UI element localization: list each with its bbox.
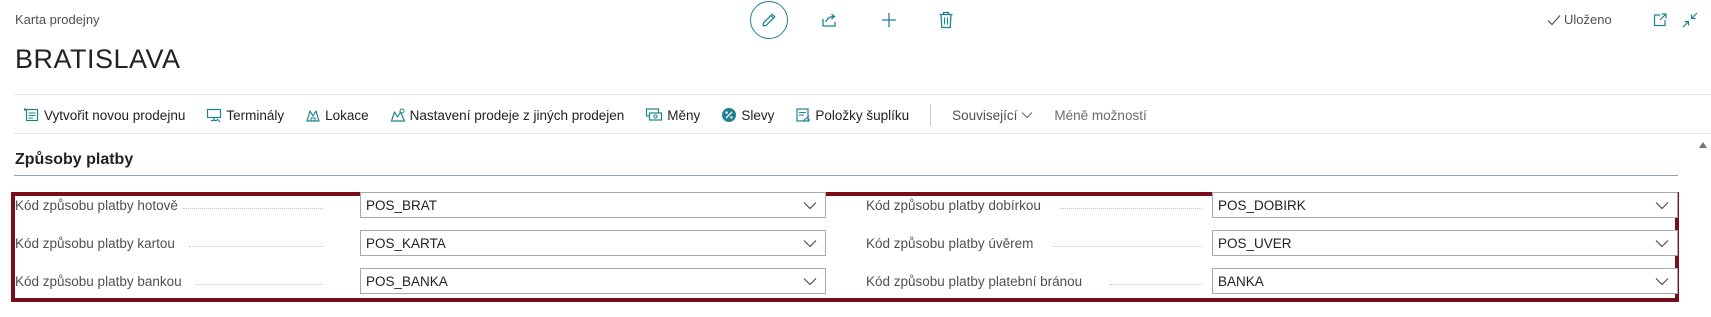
page-title: BRATISLAVA bbox=[15, 44, 181, 74]
field-label-cash: Kód způsobu platby hotově bbox=[15, 197, 178, 213]
field-leader-dots bbox=[1110, 259, 1202, 285]
select-value: POS_UVER bbox=[1218, 235, 1292, 251]
store-card-page: Karta prodejny BRATISLAVA Uloženo Vytvoř… bbox=[0, 0, 1711, 317]
select-cash-payment[interactable]: POS_BRAT bbox=[360, 192, 826, 218]
open-new-window-icon bbox=[1653, 13, 1667, 27]
chevron-down-icon bbox=[803, 240, 817, 248]
field-leader-dots bbox=[196, 259, 323, 285]
select-bank-payment[interactable]: POS_BANKA bbox=[360, 268, 826, 294]
select-value: POS_DOBIRK bbox=[1218, 197, 1306, 213]
chevron-down-icon bbox=[803, 202, 817, 210]
related-menu[interactable]: Související bbox=[952, 108, 1033, 123]
fewer-options-label: Méně možností bbox=[1054, 107, 1147, 123]
edit-button[interactable] bbox=[750, 1, 788, 39]
section-title[interactable]: Způsoby platby bbox=[15, 151, 133, 169]
location-icon bbox=[306, 110, 320, 122]
stores-settings-label: Nastavení prodeje z jiných prodejen bbox=[409, 107, 625, 123]
stores-settings-button[interactable]: Nastavení prodeje z jiných prodejen bbox=[390, 107, 625, 123]
collapse-icon bbox=[1682, 12, 1698, 28]
new-store-label: Vytvořit novou prodejnu bbox=[44, 107, 186, 123]
chevron-down-icon bbox=[803, 278, 817, 286]
chevron-down-icon bbox=[1655, 202, 1669, 210]
select-cod-payment[interactable]: POS_DOBIRK bbox=[1212, 192, 1678, 218]
stores-settings-icon bbox=[390, 108, 405, 122]
share-icon bbox=[822, 13, 836, 27]
check-icon bbox=[1547, 14, 1561, 25]
select-value: POS_BANKA bbox=[366, 273, 448, 289]
currencies-button[interactable]: Měny bbox=[645, 107, 700, 123]
action-bar bbox=[750, 1, 957, 39]
terminals-label: Terminály bbox=[226, 107, 285, 123]
terminals-button[interactable]: Terminály bbox=[206, 107, 284, 123]
chevron-down-icon bbox=[1022, 112, 1033, 119]
select-card-payment[interactable]: POS_KARTA bbox=[360, 230, 826, 256]
delete-button[interactable] bbox=[935, 9, 957, 31]
window-controls bbox=[1651, 11, 1699, 29]
drawer-items-icon bbox=[796, 108, 810, 122]
toolbar-divider-top bbox=[14, 94, 1711, 95]
locations-label: Lokace bbox=[325, 107, 369, 123]
pencil-icon bbox=[762, 13, 776, 27]
open-new-window-button[interactable] bbox=[1651, 11, 1669, 29]
action-toolbar: Vytvořit novou prodejnu Terminály Lokace… bbox=[24, 102, 1168, 128]
related-label: Související bbox=[952, 107, 1018, 123]
select-value: BANKA bbox=[1218, 273, 1264, 289]
currency-icon bbox=[646, 108, 663, 121]
field-leader-dots bbox=[1060, 183, 1202, 209]
field-label-bank: Kód způsobu platby bankou bbox=[15, 273, 182, 289]
field-label-credit: Kód způsobu platby úvěrem bbox=[866, 235, 1034, 251]
chevron-down-icon bbox=[1655, 278, 1669, 286]
plus-icon bbox=[882, 13, 896, 27]
select-value: POS_BRAT bbox=[366, 197, 438, 213]
scroll-up-arrow-icon[interactable] bbox=[1698, 140, 1708, 150]
select-value: POS_KARTA bbox=[366, 235, 446, 251]
field-label-gateway: Kód způsobu platby platební bránou bbox=[866, 273, 1083, 289]
discounts-button[interactable]: Slevy bbox=[721, 107, 774, 123]
chevron-down-icon bbox=[1655, 240, 1669, 248]
new-store-button[interactable]: Vytvořit novou prodejnu bbox=[24, 107, 185, 123]
drawer-items-label: Položky šuplíku bbox=[815, 107, 910, 123]
field-leader-dots bbox=[1053, 221, 1202, 247]
breadcrumb: Karta prodejny bbox=[15, 12, 100, 27]
collapse-button[interactable] bbox=[1681, 11, 1699, 29]
field-label-card: Kód způsobu platby kartou bbox=[15, 235, 175, 251]
select-gateway-payment[interactable]: BANKA bbox=[1212, 268, 1678, 294]
terminal-icon bbox=[207, 108, 222, 123]
save-status-label: Uloženo bbox=[1564, 12, 1612, 27]
select-credit-payment[interactable]: POS_UVER bbox=[1212, 230, 1678, 256]
toolbar-separator bbox=[930, 104, 932, 126]
share-button[interactable] bbox=[818, 9, 840, 31]
locations-button[interactable]: Lokace bbox=[305, 107, 369, 123]
currencies-label: Měny bbox=[667, 107, 701, 123]
discount-icon bbox=[722, 108, 737, 122]
field-label-cod: Kód způsobu platby dobírkou bbox=[866, 197, 1041, 213]
new-store-icon bbox=[24, 108, 39, 122]
drawer-items-button[interactable]: Položky šuplíku bbox=[795, 107, 909, 123]
fewer-options-button[interactable]: Méně možností bbox=[1054, 108, 1146, 123]
field-leader-dots bbox=[189, 221, 323, 247]
save-status: Uloženo bbox=[1547, 12, 1612, 27]
field-leader-dots bbox=[183, 183, 323, 209]
new-button[interactable] bbox=[878, 9, 900, 31]
trash-icon bbox=[939, 11, 953, 29]
section-divider bbox=[14, 175, 1678, 176]
toolbar-divider-bottom bbox=[14, 133, 1711, 134]
discounts-label: Slevy bbox=[741, 107, 775, 123]
